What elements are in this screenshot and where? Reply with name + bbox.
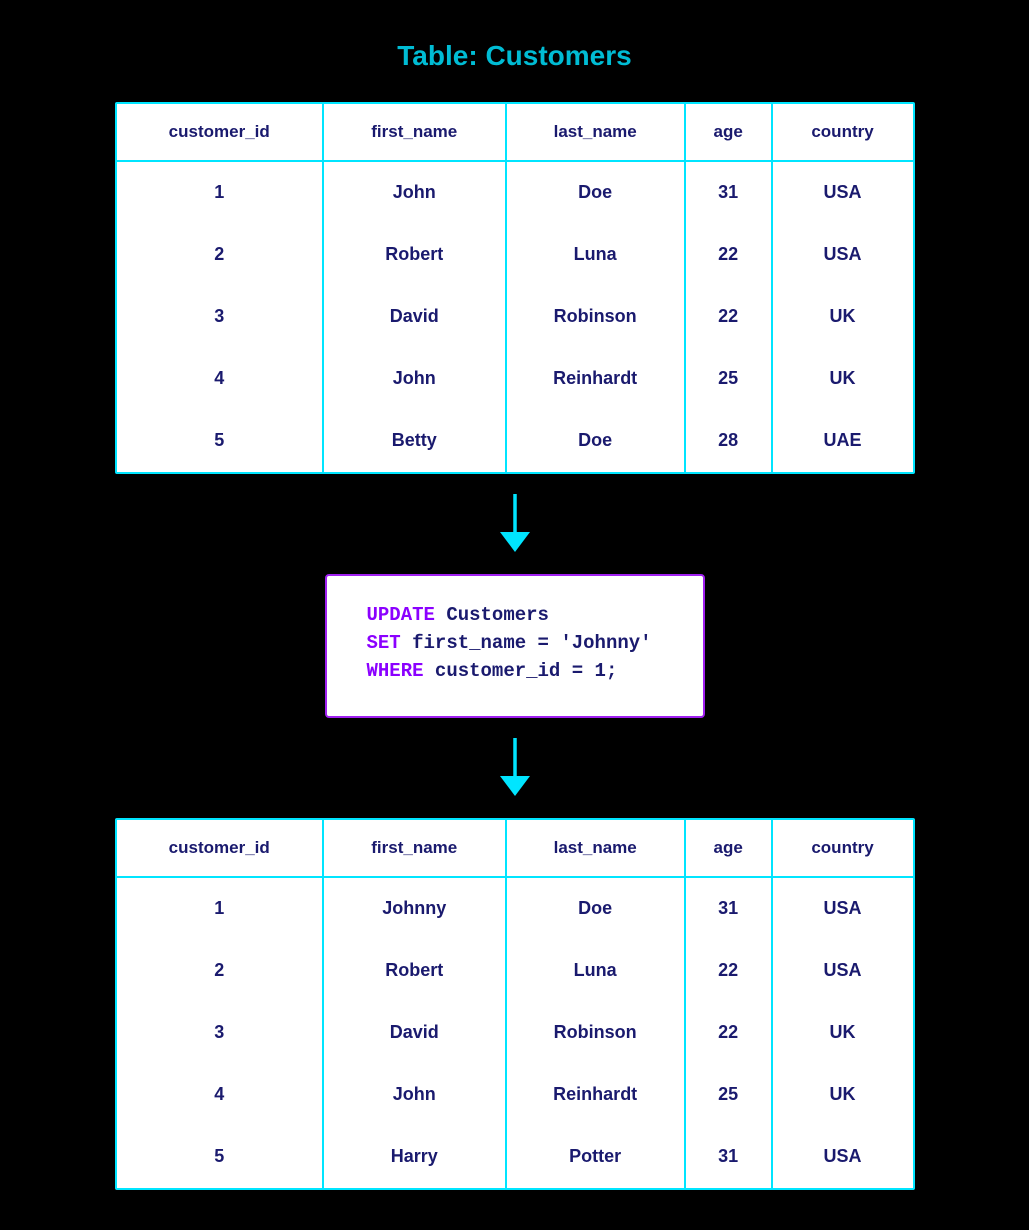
table-cell: Johnny [323,877,506,940]
table-cell: 22 [685,224,772,286]
table-cell: USA [772,1126,913,1188]
table-cell: 22 [685,1002,772,1064]
table-cell: UK [772,348,913,410]
table-cell: 3 [117,286,323,348]
table-cell: 31 [685,161,772,224]
table-cell: Luna [506,224,685,286]
col-header-first-name: first_name [323,104,506,161]
table-row: 5HarryPotter31USA [117,1126,913,1188]
sql-line-1: UPDATE Customers [367,604,663,626]
col-header-age-after: age [685,820,772,877]
table-cell: Betty [323,410,506,472]
table-cell: 25 [685,1064,772,1126]
table-cell: 22 [685,286,772,348]
sql-line-3: WHERE customer_id = 1; [367,660,663,682]
table-cell: 31 [685,877,772,940]
table-cell: 5 [117,410,323,472]
table-cell: UK [772,286,913,348]
table-cell: Harry [323,1126,506,1188]
table-cell: 1 [117,877,323,940]
table-cell: 4 [117,348,323,410]
table-cell: 31 [685,1126,772,1188]
page-title: Table: Customers [397,40,631,72]
table-cell: Robinson [506,286,685,348]
table-cell: David [323,1002,506,1064]
table-row: 3DavidRobinson22UK [117,286,913,348]
table-cell: 5 [117,1126,323,1188]
table-cell: Robert [323,940,506,1002]
arrow-down-2 [495,738,535,798]
table-cell: Doe [506,161,685,224]
col-header-country: country [772,104,913,161]
sql-line-2: SET first_name = 'Johnny' [367,632,663,654]
col-header-last-name: last_name [506,104,685,161]
main-container: Table: Customers customer_id first_name … [90,40,940,1190]
table-cell: 1 [117,161,323,224]
table-cell: Robinson [506,1002,685,1064]
table-cell: 22 [685,940,772,1002]
col-header-country-after: country [772,820,913,877]
col-header-customer-id: customer_id [117,104,323,161]
sql-where-keyword: WHERE [367,660,424,682]
col-header-first-name-after: first_name [323,820,506,877]
table-cell: John [323,348,506,410]
arrow-down-1 [495,494,535,554]
table-row: 1JohnDoe31USA [117,161,913,224]
table-cell: John [323,1064,506,1126]
table-cell: David [323,286,506,348]
table-cell: 2 [117,940,323,1002]
table-cell: Doe [506,410,685,472]
sql-query-box: UPDATE Customers SET first_name = 'Johnn… [325,574,705,718]
table-cell: 28 [685,410,772,472]
after-table: customer_id first_name last_name age cou… [115,818,915,1190]
table-row: 2RobertLuna22USA [117,224,913,286]
table-cell: Robert [323,224,506,286]
table-row: 5BettyDoe28UAE [117,410,913,472]
table-row: 3DavidRobinson22UK [117,1002,913,1064]
table-row: 2RobertLuna22USA [117,940,913,1002]
table-cell: USA [772,224,913,286]
sql-set-rest: first_name = 'Johnny' [401,632,652,654]
table-cell: USA [772,161,913,224]
table-cell: 3 [117,1002,323,1064]
table-cell: USA [772,940,913,1002]
sql-update-rest: Customers [435,604,549,626]
table-row: 4JohnReinhardt25UK [117,348,913,410]
table-cell: UK [772,1064,913,1126]
table-cell: USA [772,877,913,940]
table-cell: Luna [506,940,685,1002]
sql-where-rest: customer_id = 1; [424,660,618,682]
table-cell: 4 [117,1064,323,1126]
col-header-customer-id-after: customer_id [117,820,323,877]
table-cell: John [323,161,506,224]
table-cell: 25 [685,348,772,410]
table-cell: UAE [772,410,913,472]
table-cell: 2 [117,224,323,286]
table-cell: UK [772,1002,913,1064]
table-cell: Reinhardt [506,348,685,410]
sql-update-keyword: UPDATE [367,604,435,626]
table-cell: Reinhardt [506,1064,685,1126]
table-cell: Potter [506,1126,685,1188]
table-row: 1JohnnyDoe31USA [117,877,913,940]
table-cell: Doe [506,877,685,940]
col-header-last-name-after: last_name [506,820,685,877]
before-table: customer_id first_name last_name age cou… [115,102,915,474]
sql-set-keyword: SET [367,632,401,654]
table-row: 4JohnReinhardt25UK [117,1064,913,1126]
col-header-age: age [685,104,772,161]
